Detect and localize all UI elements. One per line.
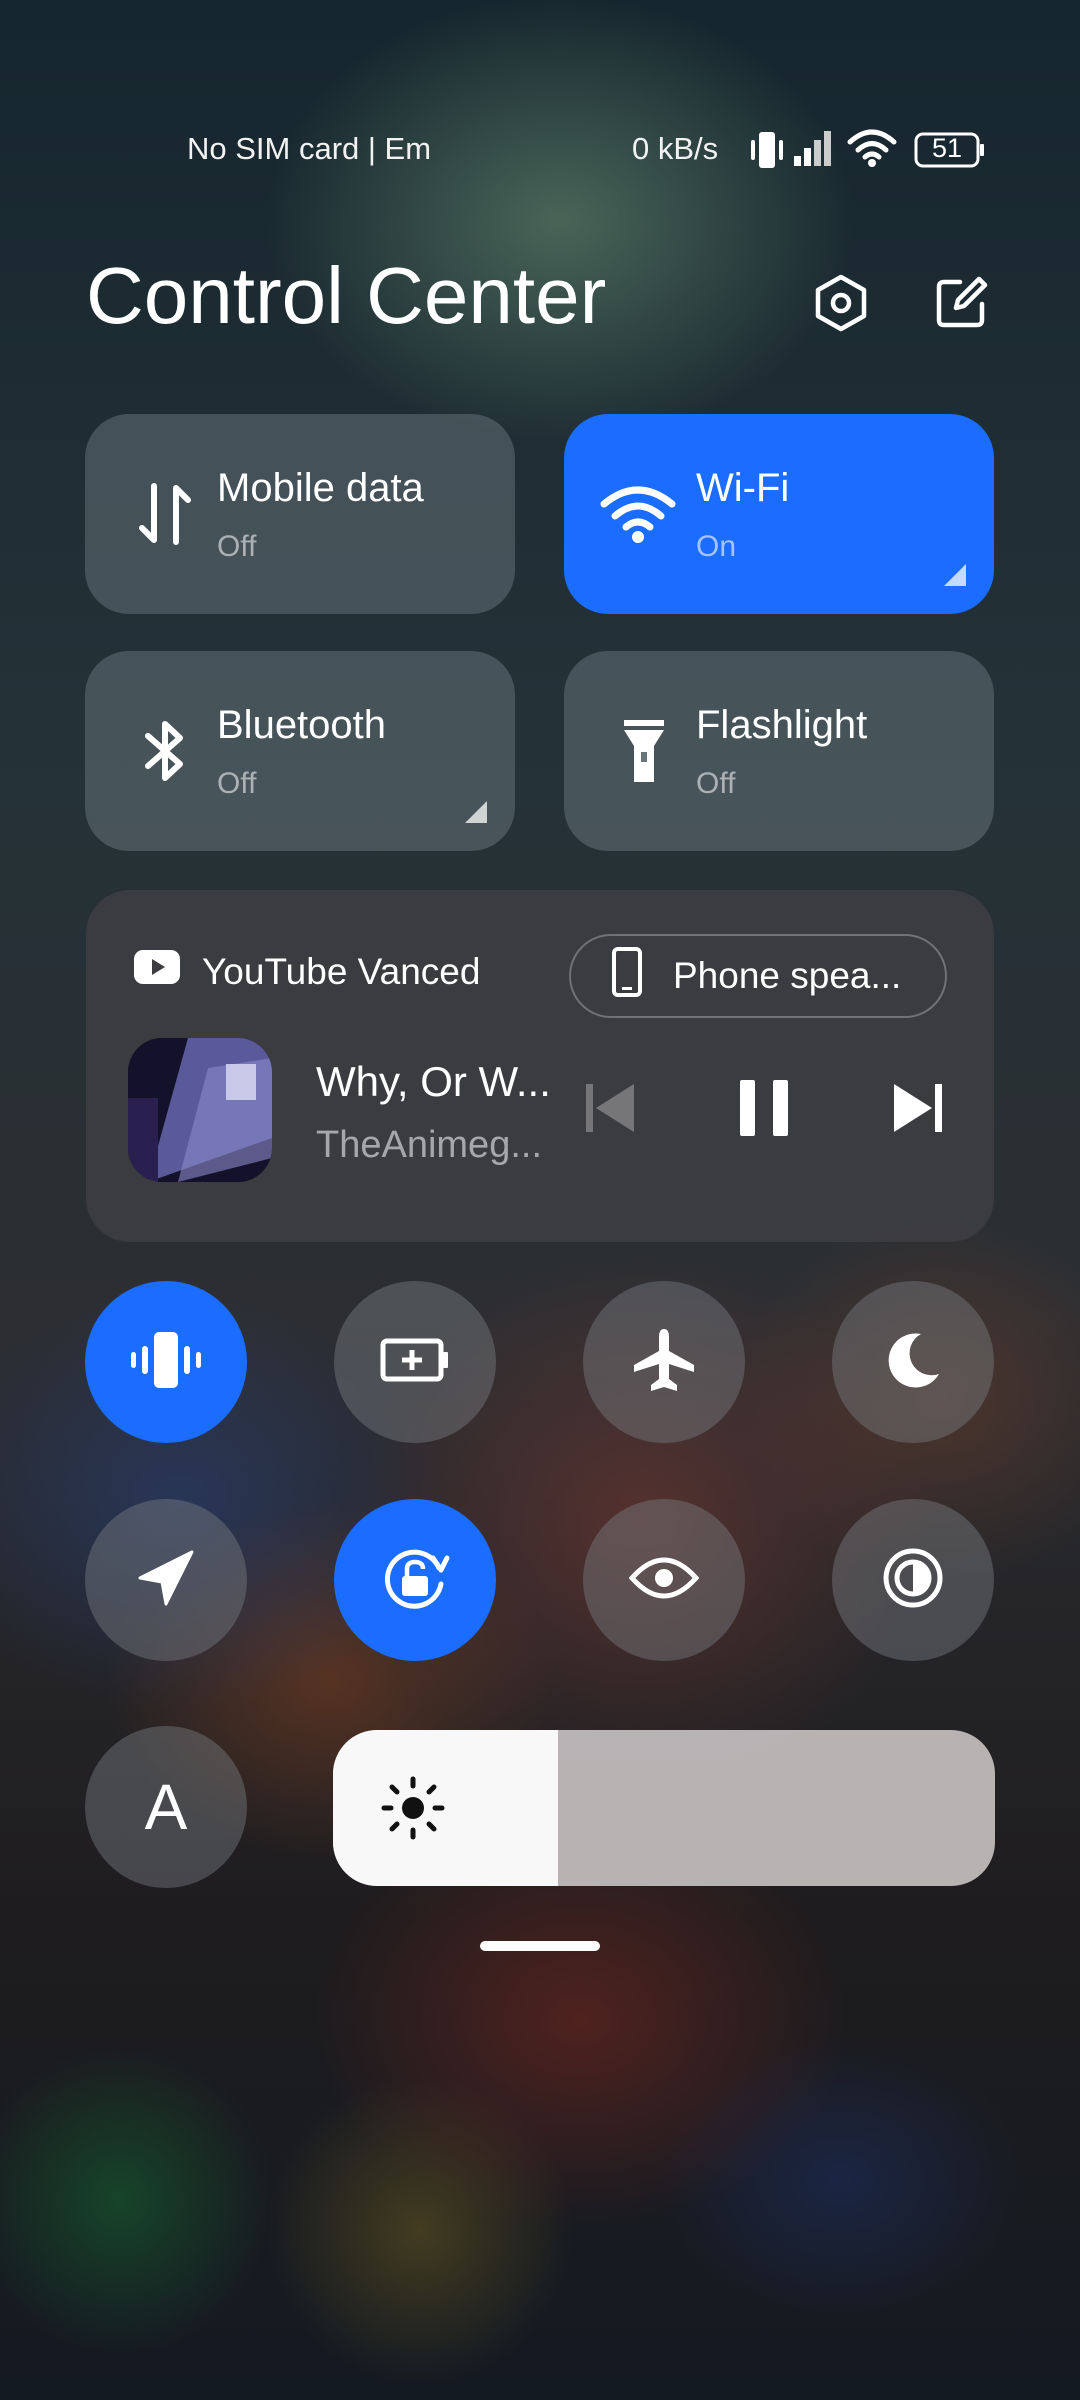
tile-state: Off [217, 767, 257, 800]
carrier-status: No SIM card | Em [187, 131, 432, 166]
settings-button[interactable] [806, 270, 876, 340]
location-icon [136, 1548, 196, 1613]
location-toggle[interactable] [85, 1499, 247, 1661]
tile-state: Off [217, 530, 257, 563]
tile-state: On [696, 530, 737, 563]
tile-state: Off [696, 767, 736, 800]
mobile-data-icon [127, 476, 203, 552]
tile-label: Flashlight [696, 703, 868, 747]
dark-mode-toggle[interactable] [832, 1281, 994, 1443]
previous-icon [582, 1080, 638, 1141]
edit-button[interactable] [926, 270, 996, 340]
media-player-card[interactable]: YouTube Vanced Phone spea... Why, Or W..… [86, 890, 994, 1242]
youtube-icon [134, 950, 180, 993]
media-app-name: YouTube Vanced [202, 950, 481, 992]
battery-level: 51 [932, 133, 963, 163]
brightness-slider[interactable] [333, 1730, 995, 1886]
wifi-tile[interactable]: Wi-Fi On [564, 414, 994, 614]
tile-label: Wi-Fi [696, 466, 790, 510]
vibrate-icon [747, 128, 787, 177]
flashlight-tile[interactable]: Flashlight Off [564, 651, 994, 851]
edit-icon [934, 276, 988, 335]
network-speed: 0 kB/s [632, 131, 719, 166]
tile-label: Bluetooth [217, 703, 387, 747]
mobile-data-tile[interactable]: Mobile data Off [85, 414, 515, 614]
wifi-status-icon [847, 128, 897, 173]
battery-saver-icon [380, 1338, 450, 1387]
vibrate-icon [128, 1328, 204, 1397]
airplane-mode-toggle[interactable] [583, 1281, 745, 1443]
airplane-icon [632, 1327, 696, 1398]
drag-handle[interactable] [480, 1941, 600, 1951]
vibrate-toggle[interactable] [85, 1281, 247, 1443]
signal-icon [792, 128, 836, 173]
song-title: Why, Or W... [316, 1058, 551, 1105]
wifi-icon [600, 476, 676, 552]
previous-button[interactable] [570, 1070, 650, 1150]
page-title: Control Center [86, 251, 607, 340]
media-app-header: YouTube Vanced [134, 950, 480, 993]
sun-icon [381, 1776, 445, 1840]
brightness-fill [333, 1730, 559, 1886]
expand-corner-icon[interactable] [944, 564, 966, 586]
phone-icon [611, 946, 643, 1007]
auto-brightness-toggle[interactable]: A [85, 1726, 247, 1888]
next-icon [890, 1080, 946, 1141]
battery-icon: 51 [914, 132, 986, 168]
battery-saver-toggle[interactable] [334, 1281, 496, 1443]
reading-mode-toggle[interactable] [583, 1499, 745, 1661]
settings-hex-icon [814, 274, 868, 337]
rotation-lock-toggle[interactable] [334, 1499, 496, 1661]
pause-button[interactable] [724, 1070, 804, 1150]
bluetooth-tile[interactable]: Bluetooth Off [85, 651, 515, 851]
expand-corner-icon[interactable] [465, 801, 487, 823]
contrast-icon [881, 1546, 945, 1615]
output-device-label: Phone spea... [673, 955, 902, 996]
song-artist: TheAnimeg... [316, 1124, 542, 1166]
eye-icon [628, 1554, 700, 1607]
pause-icon [736, 1078, 792, 1143]
contrast-toggle[interactable] [832, 1499, 994, 1661]
next-button[interactable] [878, 1070, 958, 1150]
tile-label: Mobile data [217, 466, 424, 510]
moon-icon [883, 1330, 943, 1395]
rotation-lock-icon [379, 1542, 451, 1619]
output-device-button[interactable]: Phone spea... [569, 934, 947, 1018]
flashlight-icon [606, 713, 682, 789]
auto-brightness-label: A [144, 1771, 188, 1843]
bluetooth-icon [127, 713, 203, 789]
album-art [128, 1038, 272, 1182]
